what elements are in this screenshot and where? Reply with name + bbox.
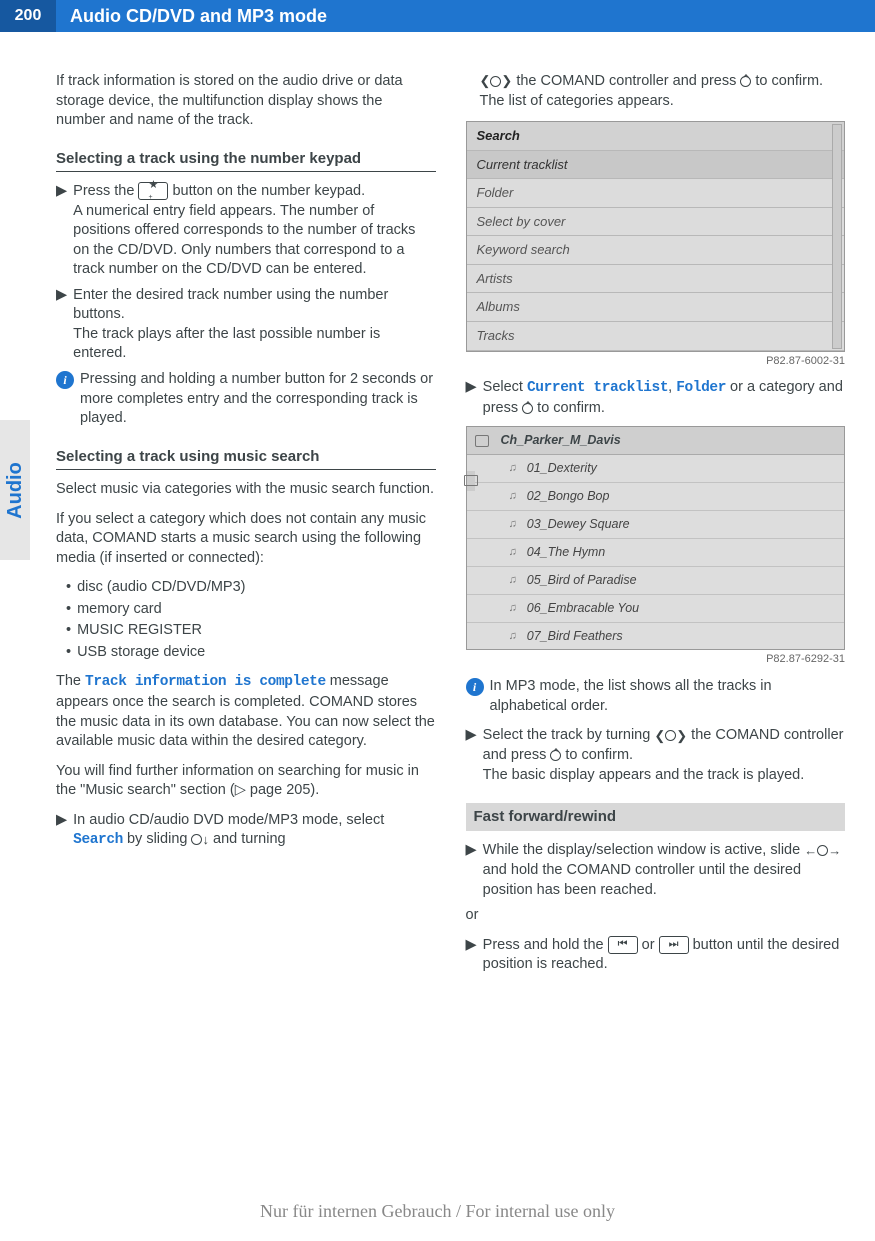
folder-icon <box>464 475 478 486</box>
scrollbar <box>832 124 842 348</box>
step-marker-icon: ▶ <box>466 936 477 975</box>
step-select-track: ▶ Select the track by turning ❮❯ the COM… <box>466 726 846 785</box>
controller-press-icon <box>740 76 751 87</box>
code-text: Track information is complete <box>85 674 326 690</box>
controller-turn-icon <box>490 76 501 87</box>
note-icon: ♫ <box>509 517 517 532</box>
image-caption: P82.87-6292-31 <box>466 652 846 667</box>
step-detail: A numerical entry field appears. The num… <box>73 202 435 280</box>
info-text: Pressing and holding a number button for… <box>80 370 436 429</box>
step-ff-buttons: ▶ Press and hold the ⏮ or ⏭ button until… <box>466 936 846 975</box>
step-select-category: ▶ Select Current tracklist, Folder or a … <box>466 378 846 418</box>
track-row: ♫07_Bird Feathers <box>467 623 845 650</box>
code-text: Current tracklist <box>527 380 668 396</box>
turn-right-icon: ❯ <box>501 72 512 90</box>
screenshot-row: Current tracklist <box>467 151 845 180</box>
track-row: ♫03_Dewey Square <box>467 511 845 539</box>
tracklist-header: Ch_Parker_M_Davis <box>467 427 845 455</box>
step-text: the COMAND controller and press <box>516 73 740 89</box>
turn-left-icon: ❮ <box>480 72 491 90</box>
subhead-number-keypad: Selecting a track using the number keypa… <box>56 149 436 172</box>
step-text: Press the <box>73 183 138 199</box>
tracklist-screenshot: Ch_Parker_M_Davis ♫01_Dexterity ♫02_Bong… <box>466 426 846 650</box>
screenshot-row: Artists <box>467 265 845 294</box>
paragraph: If you select a category which does not … <box>56 510 436 569</box>
list-item: •memory card <box>66 600 436 620</box>
star-key-icon: ★+ <box>138 182 168 200</box>
step-marker-icon: ▶ <box>56 182 67 280</box>
page-number: 200 <box>0 0 56 32</box>
step-marker-icon: ▶ <box>466 726 477 785</box>
step-marker-icon: ▶ <box>56 286 67 364</box>
next-track-key-icon: ⏭ <box>659 936 689 954</box>
controller-slide-icon <box>817 845 828 856</box>
step-text: Enter the desired track number using the… <box>73 287 388 323</box>
info-text: In MP3 mode, the list shows all the trac… <box>490 677 846 716</box>
step-enter-track: ▶ Enter the desired track number using t… <box>56 286 436 364</box>
screenshot-row: Tracks <box>467 322 845 351</box>
code-text: Folder <box>676 380 726 396</box>
paragraph: The Track information is complete messag… <box>56 672 436 751</box>
content-area: If track information is stored on the au… <box>0 72 875 981</box>
list-item: •MUSIC REGISTER <box>66 621 436 641</box>
back-icon <box>475 435 489 447</box>
paragraph: You will find further information on sea… <box>56 762 436 801</box>
track-row: ♫02_Bongo Bop <box>467 483 845 511</box>
category-list-screenshot: Search Current tracklist Folder Select b… <box>466 121 846 351</box>
right-column: ❮ ❯ the COMAND controller and press to co… <box>466 72 846 981</box>
screenshot-row: Keyword search <box>467 236 845 265</box>
prev-track-key-icon: ⏮ <box>608 936 638 954</box>
controller-turn-icon <box>665 730 676 741</box>
step-marker-icon: ▶ <box>466 378 477 418</box>
step-detail: The list of categories appears. <box>480 92 846 112</box>
track-row: ♫01_Dexterity <box>467 455 845 483</box>
code-text: Search <box>73 832 123 848</box>
screenshot-row: Search <box>467 122 845 151</box>
section-head-ff-rewind: Fast forward/rewind <box>466 803 846 831</box>
note-icon: ♫ <box>509 545 517 560</box>
step-ff-slide: ▶ While the display/selection window is … <box>466 841 846 900</box>
note-icon: ♫ <box>509 629 517 644</box>
image-caption: P82.87-6002-31 <box>466 354 846 369</box>
list-item: •disc (audio CD/DVD/MP3) <box>66 578 436 598</box>
left-column: If track information is stored on the au… <box>56 72 436 981</box>
info-icon: i <box>466 678 484 696</box>
info-icon: i <box>56 371 74 389</box>
paragraph: Select music via categories with the mus… <box>56 480 436 500</box>
track-row: ♫04_The Hymn <box>467 539 845 567</box>
step-detail: The basic display appears and the track … <box>483 766 845 786</box>
note-icon: ♫ <box>509 601 517 616</box>
track-row: ♫05_Bird of Paradise <box>467 567 845 595</box>
note-icon: ♫ <box>509 489 517 504</box>
step-text: to confirm. <box>751 73 823 89</box>
step-text: button on the number keypad. <box>168 183 365 199</box>
side-tab: Audio <box>0 420 30 560</box>
track-row: ♫06_Embracable You <box>467 595 845 623</box>
screenshot-row: Folder <box>467 179 845 208</box>
step-marker-icon: ▶ <box>56 811 67 851</box>
controller-press-icon <box>522 403 533 414</box>
step-marker-icon: ▶ <box>466 841 477 900</box>
page-header: 200 Audio CD/DVD and MP3 mode <box>0 0 875 32</box>
controller-slide-down-icon <box>191 834 202 845</box>
media-bullet-list: •disc (audio CD/DVD/MP3) •memory card •M… <box>66 578 436 662</box>
note-icon: ♫ <box>509 573 517 588</box>
side-tab-label: Audio <box>2 462 29 519</box>
screenshot-row: Albums <box>467 293 845 322</box>
list-item: •USB storage device <box>66 643 436 663</box>
footer-watermark: Nur für internen Gebrauch / For internal… <box>0 1199 875 1223</box>
step-detail: The track plays after the last possible … <box>73 325 435 364</box>
or-text: or <box>466 906 846 926</box>
subhead-music-search: Selecting a track using music search <box>56 447 436 470</box>
info-note-mp3-order: i In MP3 mode, the list shows all the tr… <box>466 677 846 716</box>
screenshot-row: Select by cover <box>467 208 845 237</box>
intro-paragraph: If track information is stored on the au… <box>56 72 436 131</box>
page-title: Audio CD/DVD and MP3 mode <box>56 0 875 32</box>
controller-press-icon <box>550 750 561 761</box>
step-select-search: ▶ In audio CD/audio DVD mode/MP3 mode, s… <box>56 811 436 851</box>
step-press-star: ▶ Press the ★+ button on the number keyp… <box>56 182 436 280</box>
info-note-hold-button: i Pressing and holding a number button f… <box>56 370 436 429</box>
note-icon: ♫ <box>509 461 517 476</box>
